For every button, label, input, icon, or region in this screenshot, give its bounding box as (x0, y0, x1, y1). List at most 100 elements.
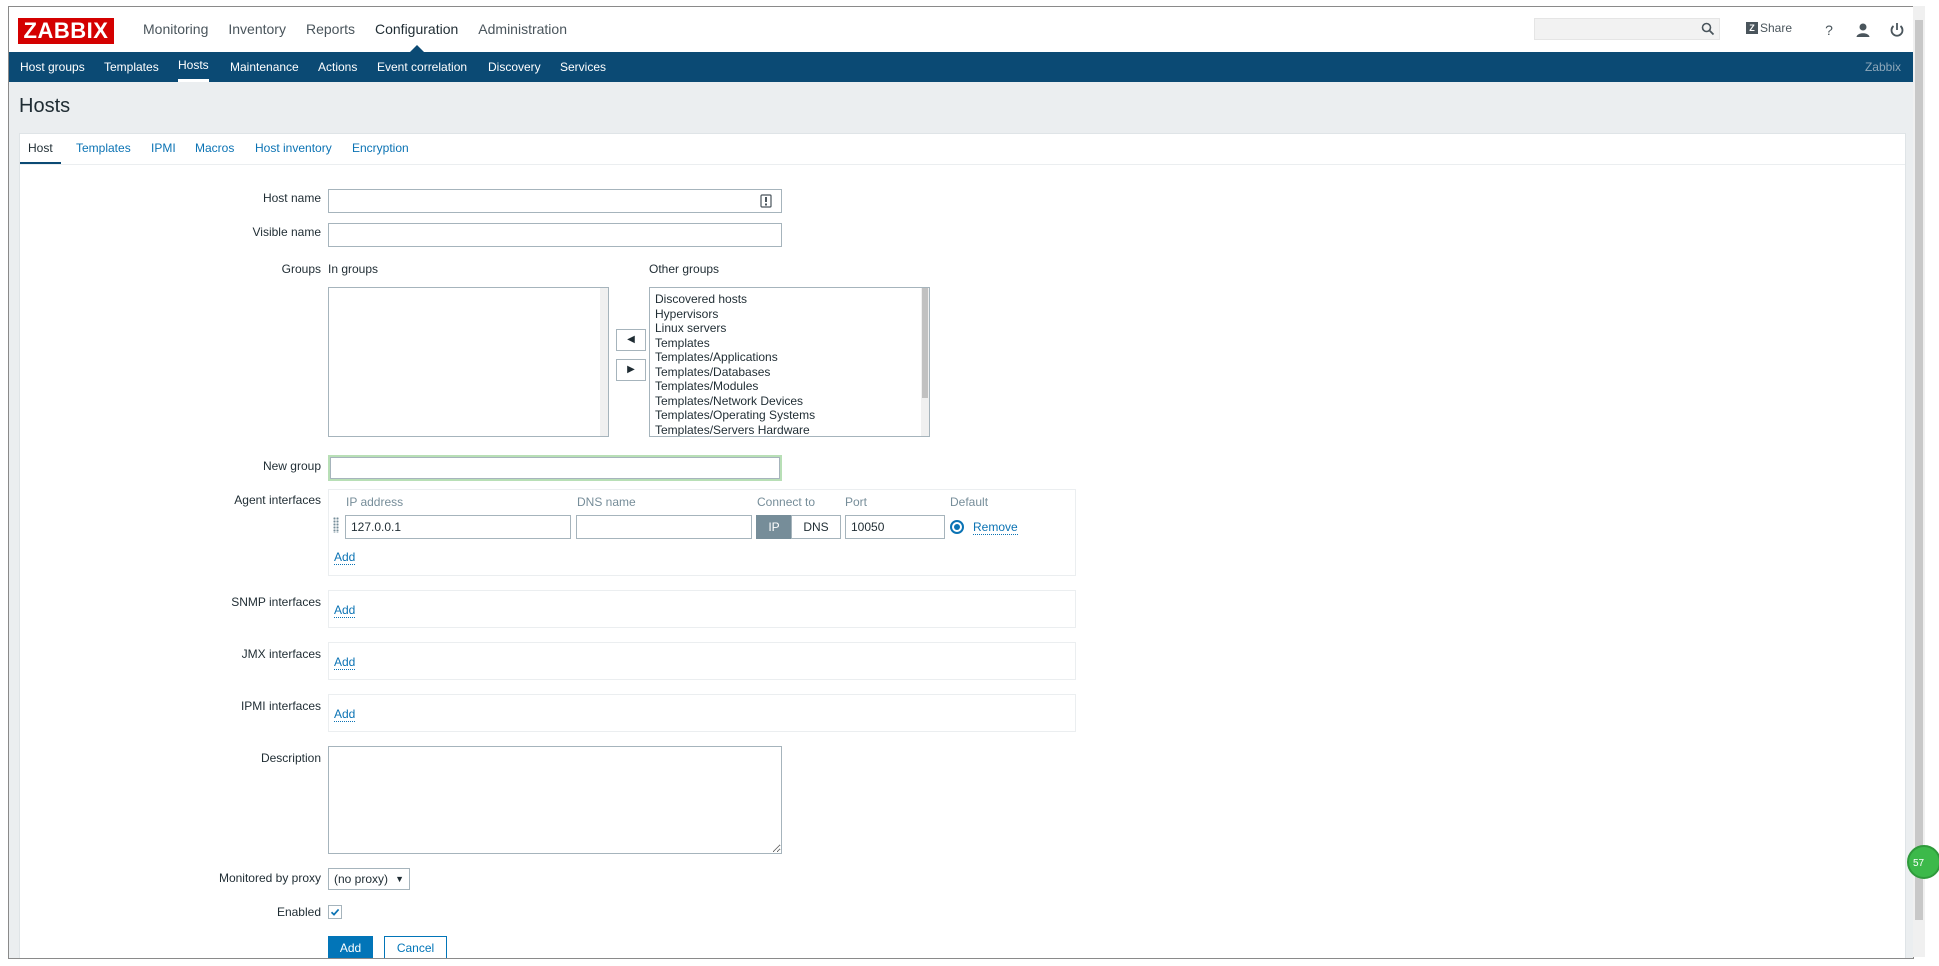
subnav-templates[interactable]: Templates (104, 52, 159, 82)
move-group-right-button[interactable]: ▶ (616, 359, 646, 381)
list-item[interactable]: Templates/Network Devices (650, 394, 929, 409)
other-groups-scrollbar[interactable] (921, 288, 929, 436)
ipmi-interfaces-box: Add (328, 694, 1076, 732)
ip-address-header: IP address (346, 495, 404, 509)
autofill-key-icon[interactable] (760, 194, 772, 208)
add-ipmi-interface-link[interactable]: Add (334, 708, 356, 722)
agent-port-input[interactable] (845, 515, 945, 539)
nav-monitoring[interactable]: Monitoring (133, 7, 218, 52)
power-logout-icon[interactable] (1888, 21, 1906, 39)
subnav-services[interactable]: Services (560, 52, 606, 82)
visible-name-label: Visible name (252, 225, 321, 239)
enabled-label: Enabled (276, 905, 321, 919)
list-item[interactable]: Hypervisors (650, 307, 929, 322)
subnav-hosts[interactable]: Hosts (178, 52, 209, 82)
tab-macros[interactable]: Macros (195, 134, 234, 162)
main-nav: Monitoring Inventory Reports Configurati… (133, 7, 577, 52)
host-form-panel: Host Templates IPMI Macros Host inventor… (19, 133, 1906, 958)
page-scrollbar-thumb[interactable] (1915, 20, 1923, 920)
form-tabs: Host Templates IPMI Macros Host inventor… (20, 134, 1905, 165)
enabled-checkbox[interactable] (328, 905, 342, 919)
add-host-button[interactable]: Add (328, 936, 373, 958)
connect-ip-button[interactable]: IP (756, 515, 792, 539)
new-group-input[interactable] (328, 455, 782, 481)
in-groups-label: In groups (328, 262, 379, 276)
default-interface-radio[interactable] (950, 520, 964, 534)
global-search-input[interactable] (1534, 18, 1720, 40)
subnav-discovery[interactable]: Discovery (488, 52, 541, 82)
new-group-label: New group (262, 459, 321, 473)
tab-host-inventory[interactable]: Host inventory (255, 134, 332, 162)
zabbix-logo[interactable]: ZABBIX (18, 18, 114, 44)
search-icon[interactable] (1701, 22, 1715, 36)
extension-badge[interactable]: 57 (1907, 845, 1939, 879)
list-item[interactable]: Discovered hosts (650, 292, 929, 307)
subnav-maintenance[interactable]: Maintenance (230, 52, 299, 82)
nav-administration[interactable]: Administration (468, 7, 577, 52)
share-button[interactable]: Z Share (1746, 21, 1792, 35)
agent-interfaces-label: Agent interfaces (234, 493, 321, 507)
subnav-host-groups[interactable]: Host groups (20, 52, 85, 82)
remove-interface-link[interactable]: Remove (973, 521, 1018, 535)
other-groups-label: Other groups (649, 262, 720, 276)
add-jmx-interface-link[interactable]: Add (334, 656, 356, 670)
host-name-label: Host name (262, 191, 321, 205)
subnav-event-correlation[interactable]: Event correlation (377, 52, 467, 82)
add-snmp-interface-link[interactable]: Add (334, 604, 356, 618)
help-icon[interactable]: ? (1820, 21, 1838, 39)
browser-viewport: ZABBIX Monitoring Inventory Reports Conf… (8, 6, 1914, 959)
list-item[interactable]: Linux servers (650, 321, 929, 336)
connect-to-header: Connect to (757, 495, 816, 509)
checkmark-icon (330, 908, 340, 916)
drag-handle-icon[interactable] (333, 517, 339, 533)
list-item[interactable]: Templates/Servers Hardware (650, 423, 929, 437)
nav-reports[interactable]: Reports (296, 7, 365, 52)
ipmi-interfaces-label: IPMI interfaces (240, 699, 321, 713)
host-name-input[interactable] (328, 189, 782, 213)
chevron-down-icon: ▼ (395, 874, 404, 884)
tab-host[interactable]: Host (20, 134, 61, 164)
in-groups-listbox[interactable] (328, 287, 609, 437)
agent-interfaces-box: IP address DNS name Connect to Port Defa… (328, 489, 1076, 576)
footer-brand: Zabbix (1864, 60, 1901, 74)
scrollbar-thumb[interactable] (922, 288, 928, 398)
proxy-select-value: (no proxy) (334, 872, 389, 886)
cancel-button[interactable]: Cancel (384, 936, 447, 958)
jmx-interfaces-label: JMX interfaces (241, 647, 321, 661)
other-groups-listbox[interactable]: Discovered hosts Hypervisors Linux serve… (649, 287, 930, 437)
top-bar: ZABBIX Monitoring Inventory Reports Conf… (9, 7, 1913, 52)
share-label: Share (1760, 21, 1793, 35)
monitored-by-proxy-label: Monitored by proxy (218, 871, 321, 885)
dns-name-header: DNS name (577, 495, 636, 509)
add-agent-interface-link[interactable]: Add (334, 551, 356, 565)
subnav-actions[interactable]: Actions (318, 52, 357, 82)
connect-dns-button[interactable]: DNS (791, 515, 841, 539)
description-textarea[interactable] (328, 746, 782, 854)
agent-dns-input[interactable] (576, 515, 752, 539)
list-item[interactable]: Templates/Modules (650, 379, 929, 394)
list-item[interactable]: Templates/Operating Systems (650, 408, 929, 423)
nav-inventory[interactable]: Inventory (218, 7, 296, 52)
agent-ip-input[interactable] (345, 515, 571, 539)
page-title: Hosts (19, 95, 71, 117)
list-item[interactable]: Templates/Applications (650, 350, 929, 365)
in-groups-scrollbar[interactable] (600, 288, 608, 436)
nav-configuration[interactable]: Configuration (365, 7, 468, 52)
tab-templates[interactable]: Templates (76, 134, 131, 162)
sub-nav: Host groups Templates Hosts Maintenance … (9, 52, 1913, 82)
jmx-interfaces-box: Add (328, 642, 1076, 680)
page-scrollbar[interactable] (1913, 6, 1925, 957)
list-item[interactable]: Templates/Databases (650, 365, 929, 380)
tab-encryption[interactable]: Encryption (352, 134, 409, 162)
tab-ipmi[interactable]: IPMI (151, 134, 176, 162)
share-icon: Z (1746, 22, 1758, 34)
visible-name-input[interactable] (328, 223, 782, 247)
port-header: Port (845, 495, 868, 509)
snmp-interfaces-box: Add (328, 590, 1076, 628)
proxy-select[interactable]: (no proxy) ▼ (328, 868, 410, 890)
description-label: Description (260, 751, 321, 765)
move-group-left-button[interactable]: ◀ (616, 329, 646, 351)
list-item[interactable]: Templates (650, 336, 929, 351)
user-profile-icon[interactable] (1854, 21, 1872, 39)
groups-label: Groups (281, 262, 321, 276)
